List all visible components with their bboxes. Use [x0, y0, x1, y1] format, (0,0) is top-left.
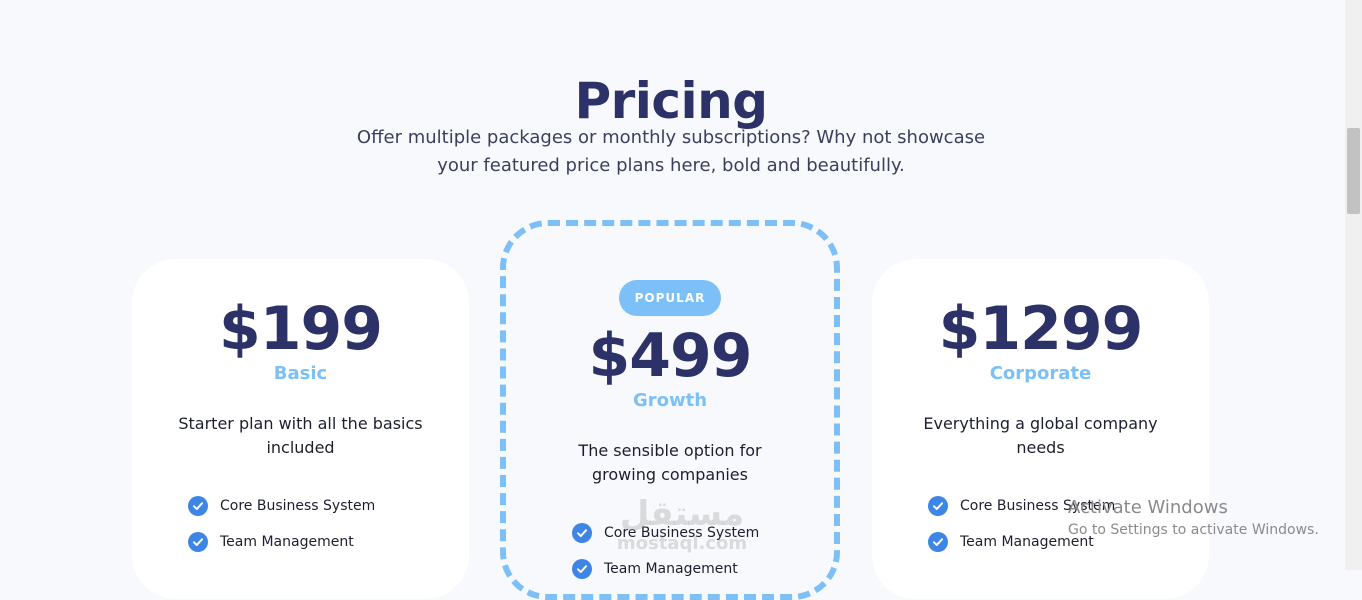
feature-item: Team Management — [572, 551, 834, 587]
plan-description-line-2: included — [266, 438, 335, 457]
plan-name: Basic — [273, 363, 328, 384]
plan-price: $499 — [588, 321, 753, 391]
page-title: Pricing — [574, 71, 768, 130]
subtitle-line-2: your featured price plans here, bold and… — [437, 155, 905, 176]
check-circle-icon — [928, 532, 948, 552]
plan-name: Growth — [632, 390, 708, 411]
feature-item: Team Management — [188, 524, 469, 560]
feature-label: Team Management — [604, 561, 738, 577]
site-watermark-domain: mostaql.com — [616, 533, 748, 554]
feature-list: Core Business System Team Management — [188, 488, 469, 560]
feature-item: Core Business System — [188, 488, 469, 524]
plan-description-line-2: growing companies — [592, 465, 748, 484]
check-circle-icon — [572, 559, 592, 579]
plan-description: Everything a global company needs — [911, 412, 1171, 460]
popular-badge: POPULAR — [618, 280, 722, 316]
feature-label: Team Management — [220, 534, 354, 550]
plan-name: Corporate — [989, 363, 1092, 384]
site-watermark-arabic: مستقل — [619, 494, 745, 534]
check-circle-icon — [572, 523, 592, 543]
site-watermark: مستقل mostaql.com — [604, 494, 760, 554]
scrollbar-thumb[interactable] — [1347, 128, 1360, 214]
plan-card-basic[interactable]: $199 Basic Starter plan with all the bas… — [132, 259, 469, 599]
plan-description-line-2: needs — [1016, 438, 1065, 457]
plan-description-line-1: Starter plan with all the basics — [178, 414, 423, 433]
plan-description: Starter plan with all the basics include… — [171, 412, 431, 460]
plan-description: The sensible option for growing companie… — [540, 439, 800, 487]
check-circle-icon — [928, 496, 948, 516]
subtitle-line-1: Offer multiple packages or monthly subsc… — [356, 127, 986, 148]
plan-price: $1299 — [938, 294, 1144, 364]
activate-windows-subtitle: Go to Settings to activate Windows. — [1068, 522, 1319, 538]
plan-description-line-1: The sensible option for — [578, 441, 762, 460]
plan-price: $199 — [219, 294, 383, 364]
vertical-scrollbar[interactable] — [1345, 0, 1362, 570]
check-circle-icon — [188, 496, 208, 516]
plan-description-line-1: Everything a global company — [923, 414, 1158, 433]
page-subtitle: Offer multiple packages or monthly subsc… — [340, 124, 1002, 180]
activate-windows-title: Activate Windows — [1068, 497, 1228, 518]
feature-label: Core Business System — [220, 498, 376, 514]
plan-card-corporate[interactable]: $1299 Corporate Everything a global comp… — [872, 259, 1209, 599]
check-circle-icon — [188, 532, 208, 552]
activate-windows-watermark: Activate Windows Go to Settings to activ… — [1068, 496, 1319, 540]
